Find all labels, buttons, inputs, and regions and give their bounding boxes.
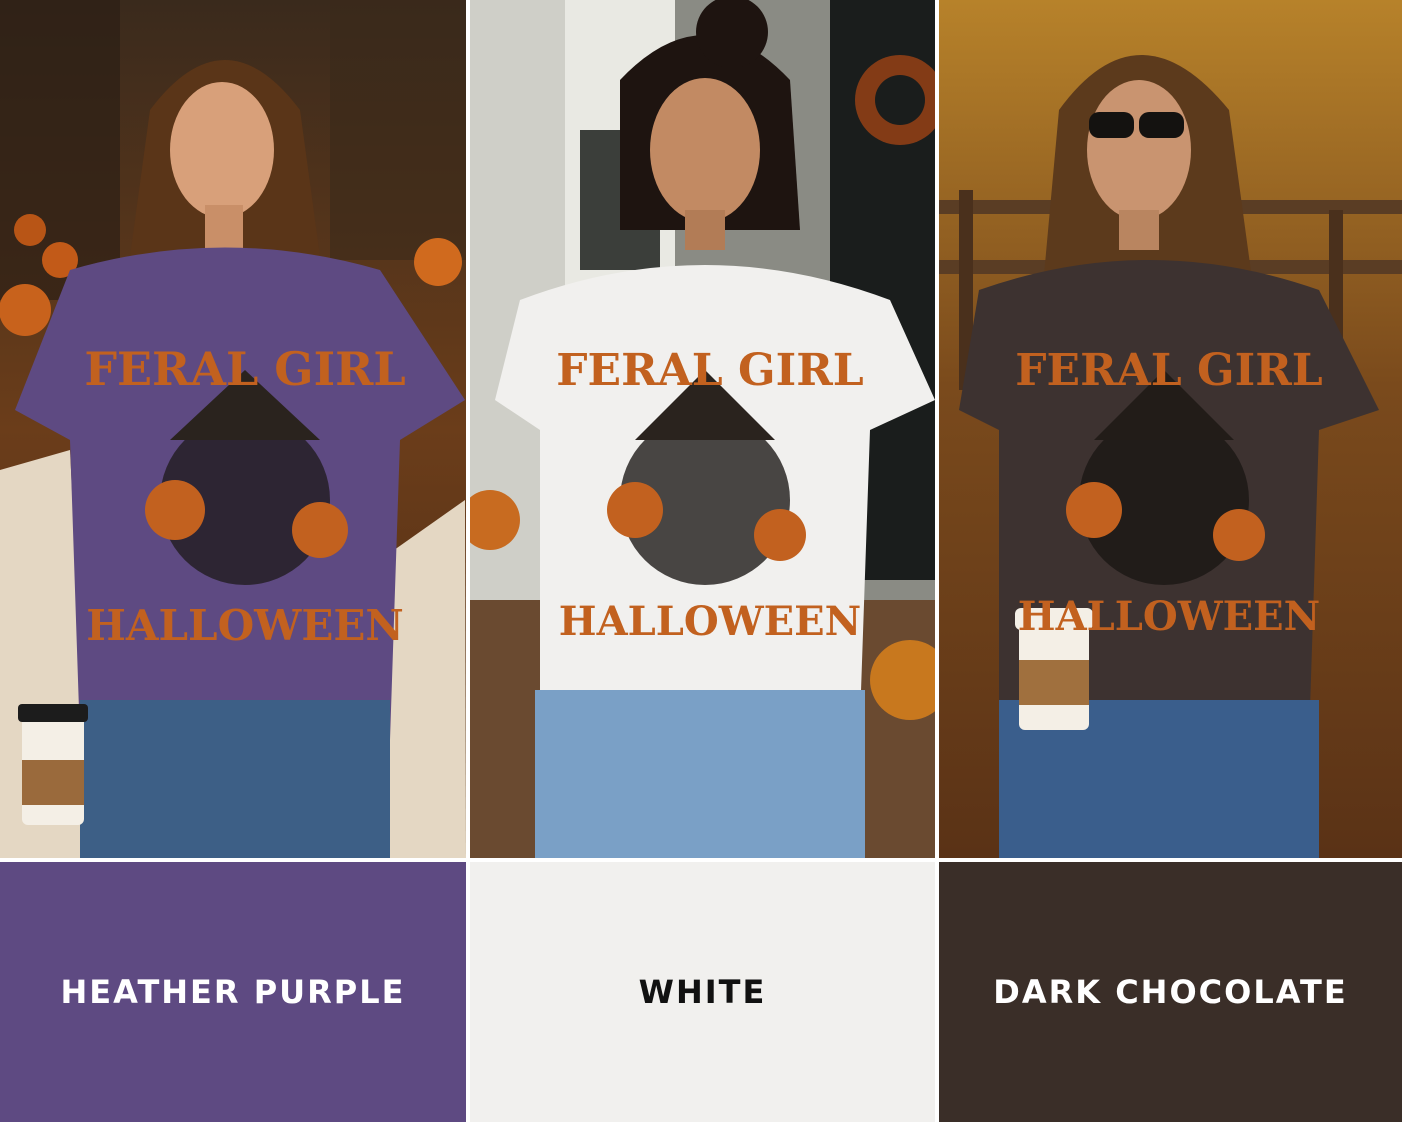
graphic-line2-3: HALLOWEEN	[1018, 593, 1320, 640]
photo-heather-purple: FERAL GIRL HALLOWEEN	[0, 0, 466, 858]
model-photo-2: FERAL GIRL HALLOWEEN	[470, 0, 935, 858]
sunglasses-icon	[1089, 112, 1134, 138]
graphic-line1-1: FERAL GIRL	[84, 342, 405, 396]
graphic-line1-3: FERAL GIRL	[1015, 345, 1322, 396]
pumpkin-icon	[0, 284, 51, 336]
swatch-white: WHITE	[470, 862, 935, 1122]
swatch-label-white: WHITE	[638, 973, 767, 1011]
product-mockup-grid: FERAL GIRL HALLOWEEN FERAL GIRL HALLOWEE…	[0, 0, 1402, 1122]
swatch-heather-purple: HEATHER PURPLE	[0, 862, 466, 1122]
photo-white: FERAL GIRL HALLOWEEN	[470, 0, 935, 858]
graphic-line2-2: HALLOWEEN	[559, 598, 861, 645]
photo-dark-chocolate: FERAL GIRL HALLOWEEN	[939, 0, 1402, 858]
graphic-line2-1: HALLOWEEN	[86, 601, 404, 650]
graphic-line1-2: FERAL GIRL	[556, 345, 863, 396]
model-photo-3: FERAL GIRL HALLOWEEN	[939, 0, 1402, 858]
swatch-dark-chocolate: DARK CHOCOLATE	[939, 862, 1402, 1122]
swatch-label-heather-purple: HEATHER PURPLE	[60, 973, 406, 1011]
swatch-label-dark-chocolate: DARK CHOCOLATE	[993, 973, 1348, 1011]
model-photo-1: FERAL GIRL HALLOWEEN	[0, 0, 466, 858]
